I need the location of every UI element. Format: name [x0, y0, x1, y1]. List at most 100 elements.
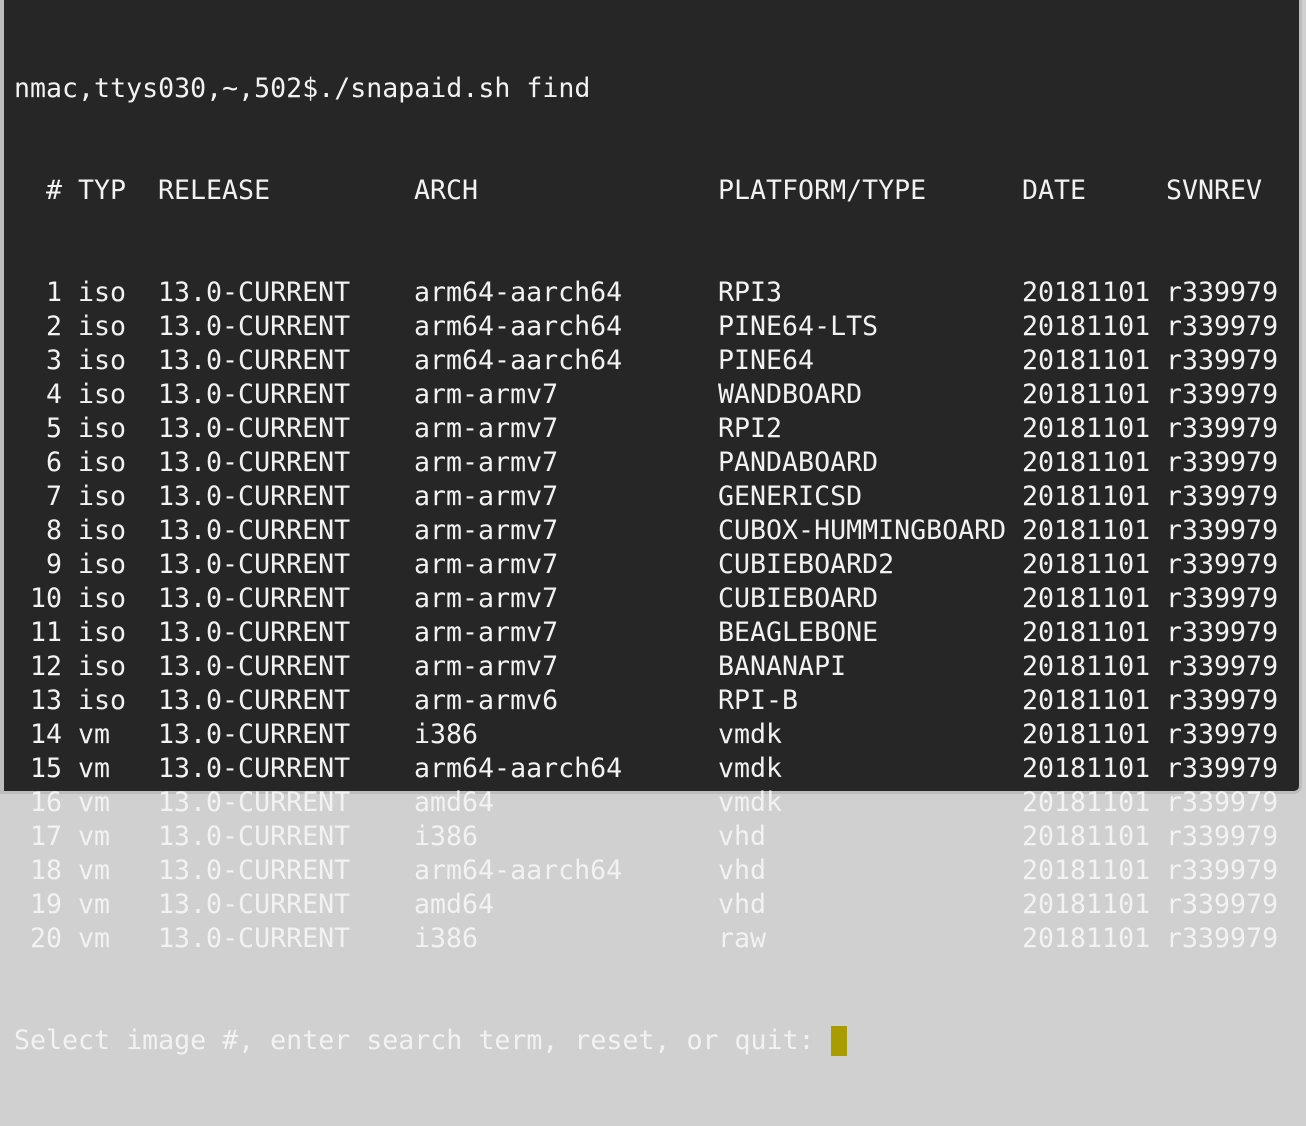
row-platform-type: RPI3	[718, 277, 783, 308]
row-date: 20181101	[1022, 787, 1151, 818]
row-svnrev: r339979	[1166, 617, 1279, 648]
row-typ: iso	[78, 685, 127, 716]
row-platform-type: PINE64-LTS	[718, 311, 879, 342]
row-date: 20181101	[1022, 481, 1151, 512]
row-typ: vm	[78, 753, 111, 784]
table-body: 1 iso 13.0-CURRENT arm64-aarch64 RPI3 201811…	[14, 276, 1278, 956]
row-release: 13.0-CURRENT	[158, 923, 351, 954]
row-svnrev: r339979	[1166, 889, 1279, 920]
row-typ: iso	[78, 549, 127, 580]
table-row: 14 vm 13.0-CURRENT i386 vmdk 20181101 r339979	[14, 718, 1278, 752]
row-number: 17	[29, 821, 62, 852]
row-number: 8	[45, 515, 62, 546]
header-platform-type: PLATFORM/TYPE	[718, 175, 927, 206]
row-platform-type: vmdk	[718, 787, 783, 818]
row-platform-type: CUBOX-HUMMINGBOARD	[718, 515, 1007, 546]
row-date: 20181101	[1022, 515, 1151, 546]
table-row: 19 vm 13.0-CURRENT amd64 vhd 20181101 r339979	[14, 888, 1278, 922]
row-release: 13.0-CURRENT	[158, 889, 351, 920]
row-release: 13.0-CURRENT	[158, 753, 351, 784]
table-row: 8 iso 13.0-CURRENT arm-armv7 CUBOX-HUMMINGB…	[14, 514, 1278, 548]
row-date: 20181101	[1022, 583, 1151, 614]
row-arch: arm64-aarch64	[414, 277, 623, 308]
row-arch: arm-armv7	[414, 379, 559, 410]
row-platform-type: PANDABOARD	[718, 447, 879, 478]
row-svnrev: r339979	[1166, 447, 1279, 478]
terminal-window[interactable]: nmac,ttys030,~,502$ ./snapaid.sh find # T…	[0, 0, 1302, 1056]
row-number: 9	[45, 549, 62, 580]
row-date: 20181101	[1022, 617, 1151, 648]
row-number: 1	[45, 277, 62, 308]
row-date: 20181101	[1022, 685, 1151, 716]
row-svnrev: r339979	[1166, 515, 1279, 546]
row-arch: arm-armv7	[414, 481, 559, 512]
row-release: 13.0-CURRENT	[158, 617, 351, 648]
row-date: 20181101	[1022, 719, 1151, 750]
row-release: 13.0-CURRENT	[158, 413, 351, 444]
row-svnrev: r339979	[1166, 583, 1279, 614]
row-typ: iso	[78, 311, 127, 342]
table-row: 12 iso 13.0-CURRENT arm-armv7 BANANAPI 20181…	[14, 650, 1278, 684]
row-typ: iso	[78, 277, 127, 308]
row-date: 20181101	[1022, 855, 1151, 886]
row-date: 20181101	[1022, 447, 1151, 478]
row-platform-type: WANDBOARD	[718, 379, 863, 410]
row-svnrev: r339979	[1166, 379, 1279, 410]
row-date: 20181101	[1022, 753, 1151, 784]
row-number: 7	[45, 481, 62, 512]
table-row: 2 iso 13.0-CURRENT arm64-aarch64 PINE64-LTS…	[14, 310, 1278, 344]
table-row: 15 vm 13.0-CURRENT arm64-aarch64 vmdk 201811…	[14, 752, 1278, 786]
header-date: DATE	[1022, 175, 1087, 206]
table-row: 16 vm 13.0-CURRENT amd64 vmdk 20181101 r33997…	[14, 786, 1278, 820]
row-platform-type: raw	[718, 923, 767, 954]
row-platform-type: BANANAPI	[718, 651, 847, 682]
row-number: 6	[45, 447, 62, 478]
row-svnrev: r339979	[1166, 277, 1279, 308]
row-date: 20181101	[1022, 311, 1151, 342]
row-svnrev: r339979	[1166, 311, 1279, 342]
row-arch: arm64-aarch64	[414, 345, 623, 376]
row-release: 13.0-CURRENT	[158, 481, 351, 512]
table-row: 3 iso 13.0-CURRENT arm64-aarch64 PINE64 2018…	[14, 344, 1278, 378]
row-typ: iso	[78, 379, 127, 410]
row-platform-type: CUBIEBOARD	[718, 583, 879, 614]
row-platform-type: vhd	[718, 889, 767, 920]
row-date: 20181101	[1022, 923, 1151, 954]
shell-prompt: nmac,ttys030,~,502$	[14, 73, 319, 104]
row-date: 20181101	[1022, 821, 1151, 852]
row-typ: iso	[78, 651, 127, 682]
row-arch: arm64-aarch64	[414, 855, 623, 886]
row-svnrev: r339979	[1166, 413, 1279, 444]
input-line[interactable]: Select image #, enter search term, reset…	[14, 1024, 1278, 1058]
row-arch: arm64-aarch64	[414, 753, 623, 784]
row-svnrev: r339979	[1166, 549, 1279, 580]
row-arch: arm-armv7	[414, 583, 559, 614]
row-platform-type: vhd	[718, 855, 767, 886]
row-arch: arm-armv7	[414, 617, 559, 648]
row-svnrev: r339979	[1166, 685, 1279, 716]
text-cursor	[830, 1026, 847, 1056]
row-release: 13.0-CURRENT	[158, 719, 351, 750]
row-date: 20181101	[1022, 379, 1151, 410]
row-platform-type: RPI-B	[718, 685, 799, 716]
table-row: 4 iso 13.0-CURRENT arm-armv7 WANDBOARD 20181…	[14, 378, 1278, 412]
row-number: 3	[45, 345, 62, 376]
row-release: 13.0-CURRENT	[158, 821, 351, 852]
row-typ: vm	[78, 821, 111, 852]
row-release: 13.0-CURRENT	[158, 549, 351, 580]
row-typ: iso	[78, 481, 127, 512]
row-typ: iso	[78, 583, 127, 614]
row-number: 18	[29, 855, 62, 886]
row-typ: iso	[78, 447, 127, 478]
